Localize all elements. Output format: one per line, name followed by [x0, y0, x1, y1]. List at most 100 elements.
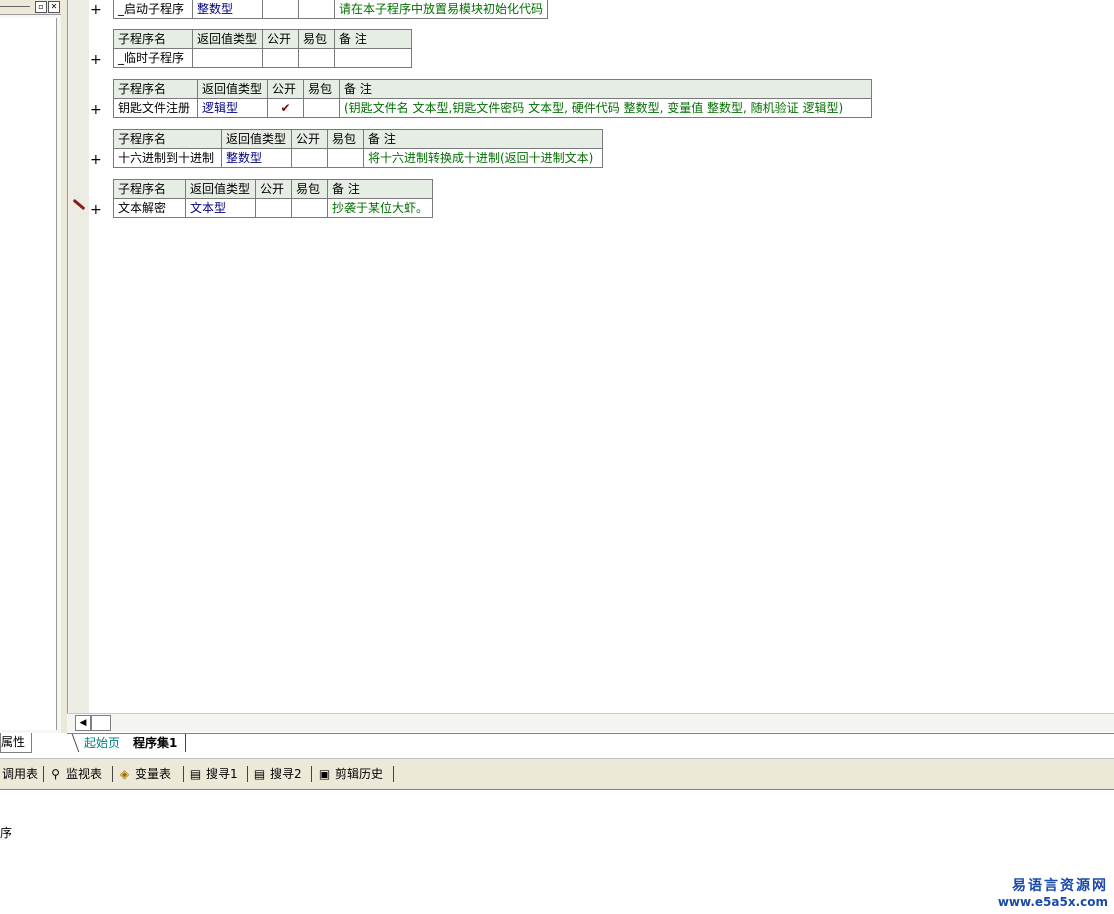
table-row: 文本解密 文本型 抄袭于某位大虾。 [113, 198, 434, 218]
output-panel: 序 易语言资源网 www.e5a5x.com [0, 790, 1114, 914]
left-panel: ▫ ✕ [0, 0, 62, 733]
header-return-type: 返回值类型 [192, 29, 263, 49]
magnifier-icon: ⚲ [51, 767, 60, 781]
header-name: 子程序名 [113, 29, 193, 49]
subroutine-table: 子程序名 返回值类型 公开 易包 备 注 文本解密 文本型 抄袭于某位大虾。 [113, 179, 434, 218]
toolbar-label: 搜寻2 [270, 767, 302, 781]
scroll-left-icon[interactable]: ◀ [75, 715, 91, 731]
note-cell[interactable]: 将十六进制转换成十进制(返回十进制文本) [363, 148, 603, 168]
watch-table-button[interactable]: ⚲ 监视表 [49, 766, 102, 782]
header-note: 备 注 [326, 179, 434, 199]
return-type[interactable]: 逻辑型 [197, 98, 268, 118]
subroutine-table: 子程序名 返回值类型 公开 易包 备 注 _临时子程序 [113, 29, 412, 68]
clip-history-button[interactable]: ▣ 剪辑历史 [318, 766, 383, 782]
public-flag[interactable]: ✔ [267, 98, 304, 118]
header-public: 公开 [255, 179, 292, 199]
easy-pack-flag[interactable] [298, 0, 335, 19]
header-name: 子程序名 [113, 129, 222, 149]
subroutine-name[interactable]: _临时子程序 [113, 48, 193, 68]
clipboard-icon: ▣ [318, 767, 331, 781]
tab-label: 程序集1 [133, 736, 178, 750]
expand-icon[interactable]: + [90, 203, 102, 217]
header-easy-pack: 易包 [327, 129, 364, 149]
note-cell[interactable] [334, 48, 412, 68]
subroutine-table: _启动子程序 整数型 请在本子程序中放置易模块初始化代码 [113, 0, 549, 19]
header-public: 公开 [267, 79, 304, 99]
toolbar-label: 监视表 [66, 767, 103, 781]
variables-table-button[interactable]: ◈ 变量表 [118, 766, 171, 782]
scroll-thumb[interactable] [91, 715, 111, 731]
watermark-title: 易语言资源网 [1012, 878, 1108, 894]
return-type[interactable]: 整数型 [221, 148, 292, 168]
tab-label: 起始页 [84, 736, 121, 750]
output-text: 序 [0, 826, 13, 840]
note-cell[interactable]: 请在本子程序中放置易模块初始化代码 [333, 0, 549, 19]
table-row: _临时子程序 [113, 48, 412, 68]
tab-start-page[interactable]: 起始页 [71, 734, 132, 752]
easy-pack-flag[interactable] [298, 48, 335, 68]
header-name: 子程序名 [113, 179, 186, 199]
bottom-toolbar: 调用表 ⚲ 监视表 ◈ 变量表 ▤ 搜寻1 ▤ 搜寻2 ▣ 剪辑历史 [0, 758, 1114, 791]
table-header-row: 子程序名 返回值类型 公开 易包 备 注 [113, 129, 603, 149]
easy-pack-flag[interactable] [291, 198, 328, 218]
variables-icon: ◈ [119, 767, 130, 781]
subroutine-table: 子程序名 返回值类型 公开 易包 备 注 钥匙文件注册 逻辑型 ✔ (钥匙文件名… [113, 79, 872, 118]
return-type[interactable]: 文本型 [185, 198, 256, 218]
header-return-type: 返回值类型 [221, 129, 292, 149]
return-type[interactable]: 整数型 [192, 0, 263, 19]
left-panel-header: ▫ ✕ [0, 0, 61, 15]
toolbar-label: 调用表 [2, 767, 39, 781]
expand-icon[interactable]: + [90, 153, 102, 167]
header-note: 备 注 [339, 79, 872, 99]
tab-properties[interactable]: 属性 [0, 733, 32, 753]
easy-pack-flag[interactable] [303, 98, 340, 118]
header-public: 公开 [262, 29, 299, 49]
expand-icon[interactable]: + [90, 3, 102, 17]
table-row: _启动子程序 整数型 请在本子程序中放置易模块初始化代码 [113, 0, 549, 19]
public-flag[interactable] [262, 48, 299, 68]
header-return-type: 返回值类型 [185, 179, 256, 199]
header-return-type: 返回值类型 [197, 79, 268, 99]
table-header-row: 子程序名 返回值类型 公开 易包 备 注 [113, 29, 412, 49]
return-type[interactable] [192, 48, 263, 68]
note-cell[interactable]: (钥匙文件名 文本型,钥匙文件密码 文本型, 硬件代码 整数型, 变量值 整数型… [339, 98, 872, 118]
watermark-url: www.e5a5x.com [997, 895, 1108, 909]
subroutine-table: 子程序名 返回值类型 公开 易包 备 注 十六进制到十进制 整数型 将十六进制转… [113, 129, 603, 168]
header-name: 子程序名 [113, 79, 198, 99]
search1-icon: ▤ [189, 767, 202, 781]
table-header-row: 子程序名 返回值类型 公开 易包 备 注 [113, 179, 434, 199]
close-icon[interactable]: ✕ [48, 1, 60, 13]
left-panel-content [0, 18, 57, 730]
header-easy-pack: 易包 [291, 179, 328, 199]
search2-icon: ▤ [253, 767, 266, 781]
call-table-button[interactable]: 调用表 [2, 766, 38, 782]
tab-program-set[interactable]: 程序集1 [125, 734, 187, 752]
subroutine-name[interactable]: 文本解密 [113, 198, 186, 218]
subroutine-name[interactable]: 十六进制到十进制 [113, 148, 222, 168]
header-easy-pack: 易包 [303, 79, 340, 99]
table-row: 十六进制到十进制 整数型 将十六进制转换成十进制(返回十进制文本) [113, 148, 603, 168]
easy-pack-flag[interactable] [327, 148, 364, 168]
restore-icon[interactable]: ▫ [35, 1, 47, 13]
expand-icon[interactable]: + [90, 53, 102, 67]
subroutine-name[interactable]: 钥匙文件注册 [113, 98, 198, 118]
header-easy-pack: 易包 [298, 29, 335, 49]
line-gutter [67, 0, 89, 713]
toolbar-label: 变量表 [135, 767, 172, 781]
toolbar-label: 搜寻1 [206, 767, 238, 781]
header-public: 公开 [291, 129, 328, 149]
search2-button[interactable]: ▤ 搜寻2 [253, 766, 302, 782]
search1-button[interactable]: ▤ 搜寻1 [189, 766, 238, 782]
table-header-row: 子程序名 返回值类型 公开 易包 备 注 [113, 79, 872, 99]
watermark: 易语言资源网 www.e5a5x.com [998, 875, 1108, 909]
subroutine-name[interactable]: _启动子程序 [113, 0, 193, 19]
editor-tab-bar: 起始页 程序集1 [67, 733, 1114, 754]
public-flag[interactable] [255, 198, 292, 218]
toolbar-label: 剪辑历史 [335, 767, 384, 781]
public-flag[interactable] [262, 0, 299, 19]
table-row: 钥匙文件注册 逻辑型 ✔ (钥匙文件名 文本型,钥匙文件密码 文本型, 硬件代码… [113, 98, 872, 118]
note-cell[interactable]: 抄袭于某位大虾。 [326, 198, 434, 218]
expand-icon[interactable]: + [90, 103, 102, 117]
horizontal-scrollbar[interactable]: ◀ [67, 713, 1114, 732]
public-flag[interactable] [291, 148, 328, 168]
